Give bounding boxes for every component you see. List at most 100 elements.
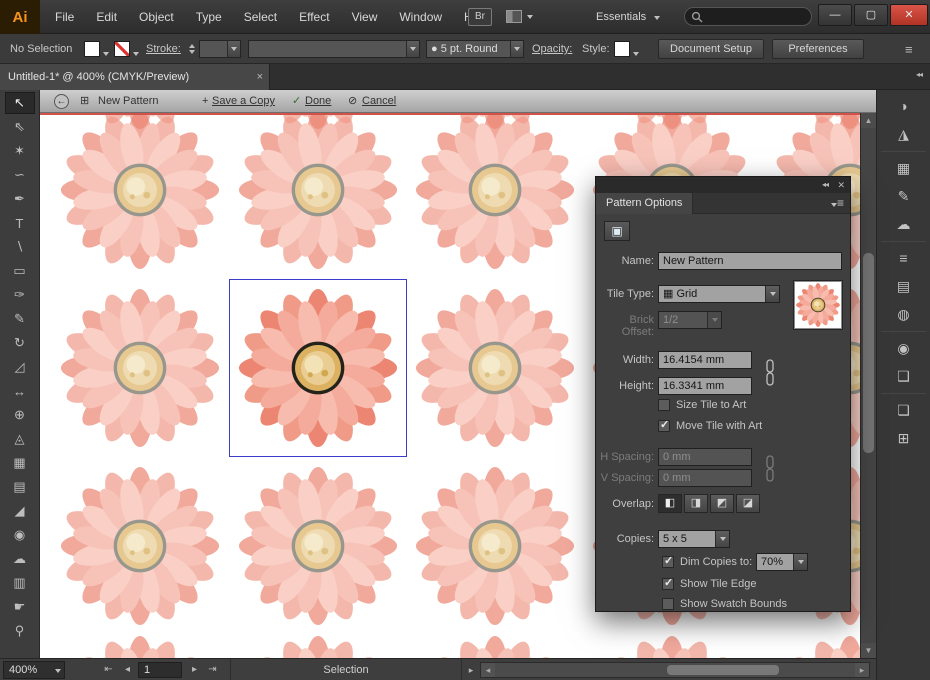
move-tile-with-art-checkbox[interactable] [658, 420, 670, 432]
tile-type-dropdown[interactable]: ▦ Grid [658, 285, 780, 303]
show-tile-edge-checkbox[interactable] [662, 578, 674, 590]
horizontal-scrollbar[interactable]: ◂ ▸ [480, 662, 870, 678]
magic-wand-tool[interactable]: ✶ [5, 140, 35, 162]
menu-object[interactable]: Object [128, 0, 185, 34]
pattern-tile-tool-button[interactable]: ▣ [604, 221, 630, 241]
overlap-left-in-front-button[interactable]: ◧ [658, 494, 682, 513]
rectangle-tool[interactable]: ▭ [5, 260, 35, 282]
blend-tool[interactable]: ◉ [5, 524, 35, 546]
eyedropper-tool[interactable]: ◢ [5, 500, 35, 522]
fill-color-swatch[interactable] [84, 41, 100, 57]
menu-file[interactable]: File [44, 0, 85, 34]
constrain-size-link-icon[interactable] [764, 357, 776, 389]
menu-effect[interactable]: Effect [288, 0, 340, 34]
artboard-number-field[interactable]: 1 [138, 662, 182, 678]
size-tile-to-art-checkbox[interactable] [658, 399, 670, 411]
selection-tool[interactable]: ↖ [5, 92, 35, 114]
style-arrow-icon[interactable] [633, 52, 639, 56]
opacity-link[interactable]: Opacity: [532, 34, 572, 64]
scroll-up-icon[interactable]: ▲ [861, 113, 876, 128]
direct-selection-tool[interactable]: ⇖ [5, 116, 35, 138]
search-input[interactable] [703, 11, 803, 23]
style-swatch[interactable] [614, 41, 630, 57]
lasso-tool[interactable]: ∽ [5, 164, 35, 186]
scale-tool[interactable]: ◿ [5, 356, 35, 378]
status-menu-icon[interactable]: ▸ [464, 661, 478, 679]
swatches-panel-icon[interactable]: ▦ [890, 156, 918, 180]
color-panel-icon[interactable]: ◑ [890, 94, 918, 118]
brush-definition-dropdown[interactable]: ● 5 pt. Round [426, 40, 524, 58]
stroke-weight-stepper[interactable] [186, 40, 197, 58]
first-artboard-icon[interactable]: ⇤ [100, 661, 117, 679]
pattern-preview-swatch[interactable] [794, 281, 842, 329]
height-input[interactable]: 16.3341 mm [658, 377, 752, 395]
scroll-left-icon[interactable]: ◂ [481, 663, 495, 677]
menu-window[interactable]: Window [388, 0, 453, 34]
control-panel-flyout-icon[interactable]: ≡ [905, 42, 913, 57]
maximize-button[interactable]: ▢ [854, 4, 888, 26]
search-box[interactable] [684, 7, 812, 26]
cancel-link[interactable]: Cancel [362, 90, 396, 113]
shape-builder-tool[interactable]: ⊕ [5, 404, 35, 426]
dock-collapse-icon[interactable]: ◂◂ [916, 70, 922, 79]
document-setup-button[interactable]: Document Setup [658, 39, 764, 59]
minimize-button[interactable]: — [818, 4, 852, 26]
stroke-panel-icon[interactable]: ≡ [890, 246, 918, 270]
overlap-top-in-front-button[interactable]: ◩ [710, 494, 734, 513]
next-artboard-icon[interactable]: ▸ [186, 661, 203, 679]
perspective-grid-tool[interactable]: ◬ [5, 428, 35, 450]
last-artboard-icon[interactable]: ⇥ [204, 661, 221, 679]
pattern-options-tab[interactable]: Pattern Options [596, 193, 693, 214]
previous-artboard-icon[interactable]: ◂ [119, 661, 136, 679]
variable-width-profile-dropdown[interactable] [248, 40, 420, 58]
vertical-scroll-thumb[interactable] [863, 253, 874, 453]
width-tool[interactable]: ↔ [5, 380, 35, 402]
menu-edit[interactable]: Edit [85, 0, 128, 34]
gradient-tool[interactable]: ▤ [5, 476, 35, 498]
symbols-panel-icon[interactable]: ☁ [890, 212, 918, 236]
arrange-documents-arrow-icon[interactable] [527, 15, 533, 19]
layers-panel-icon[interactable]: ❏ [890, 398, 918, 422]
pen-tool[interactable]: ✒ [5, 188, 35, 210]
scroll-down-icon[interactable]: ▼ [861, 643, 876, 658]
width-input[interactable]: 16.4154 mm [658, 351, 752, 369]
document-tab[interactable]: Untitled-1* @ 400% (CMYK/Preview) × [0, 64, 270, 90]
panel-titlebar[interactable]: ◂◂ ✕ [596, 177, 850, 193]
copies-dropdown[interactable]: 5 x 5 [658, 530, 730, 548]
workspace-switcher[interactable]: Essentials [596, 0, 660, 34]
fill-color-arrow-icon[interactable] [103, 52, 109, 56]
paintbrush-tool[interactable]: ✑ [5, 284, 35, 306]
arrange-documents-icon[interactable] [506, 10, 522, 23]
pattern-tile-bounds[interactable] [229, 279, 407, 457]
zoom-level-dropdown[interactable]: 400% [3, 661, 65, 679]
appearance-panel-icon[interactable]: ◉ [890, 336, 918, 360]
mesh-tool[interactable]: ▦ [5, 452, 35, 474]
panel-collapse-icon[interactable]: ◂◂ [822, 180, 828, 189]
stroke-color-arrow-icon[interactable] [133, 52, 139, 56]
type-tool[interactable]: T [5, 212, 35, 234]
overlap-right-in-front-button[interactable]: ◨ [684, 494, 708, 513]
exit-pattern-mode-icon[interactable]: ← [54, 94, 69, 109]
panel-menu-icon[interactable]: ≡ [831, 196, 844, 210]
scroll-right-icon[interactable]: ▸ [855, 663, 869, 677]
stroke-weight-dropdown[interactable] [199, 40, 241, 58]
horizontal-scroll-thumb[interactable] [667, 665, 779, 675]
pattern-name-input[interactable]: New Pattern [658, 252, 842, 270]
brushes-panel-icon[interactable]: ✎ [890, 184, 918, 208]
menu-select[interactable]: Select [233, 0, 288, 34]
stroke-panel-link[interactable]: Stroke: [146, 34, 181, 64]
graphic-styles-panel-icon[interactable]: ❑ [890, 364, 918, 388]
menu-view[interactable]: View [341, 0, 389, 34]
color-guide-panel-icon[interactable]: ◮ [890, 122, 918, 146]
zoom-tool[interactable]: ⚲ [5, 620, 35, 642]
dim-copies-checkbox[interactable] [662, 556, 674, 568]
vertical-scrollbar[interactable]: ▲ ▼ [860, 113, 876, 658]
show-swatch-bounds-checkbox[interactable] [662, 598, 674, 610]
line-segment-tool[interactable]: ∖ [5, 236, 35, 258]
preferences-button[interactable]: Preferences [772, 39, 864, 59]
overlap-bottom-in-front-button[interactable]: ◪ [736, 494, 760, 513]
rotate-tool[interactable]: ↻ [5, 332, 35, 354]
panel-close-icon[interactable]: ✕ [837, 180, 845, 191]
tab-close-icon[interactable]: × [257, 64, 263, 90]
hand-tool[interactable]: ☛ [5, 596, 35, 618]
